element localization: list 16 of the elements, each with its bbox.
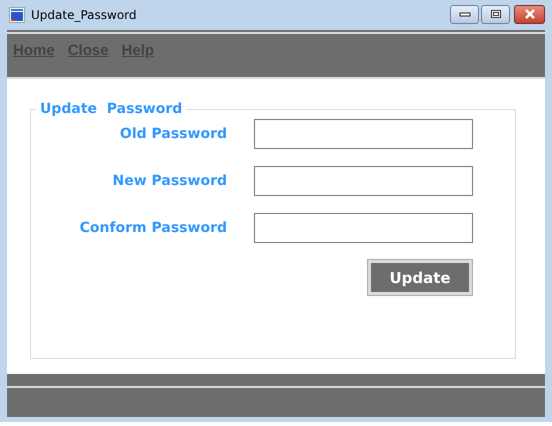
maximize-button[interactable] [481,4,510,24]
field-label: Conform Password [78,220,227,236]
app-icon [9,7,25,23]
input-field[interactable] [254,166,473,196]
field-label: New Password [112,173,227,189]
field-label: Old Password [118,126,227,142]
minimize-icon [458,11,470,17]
minimize-button[interactable] [450,4,479,24]
close-icon [524,9,536,19]
maximize-icon [490,9,502,19]
input-field[interactable] [254,213,473,243]
update-button[interactable]: Update [368,260,472,295]
close-button[interactable] [514,4,545,24]
input-field[interactable] [254,119,473,149]
group-title: Update Password [39,101,184,117]
window-title: Update_Password [31,8,137,22]
